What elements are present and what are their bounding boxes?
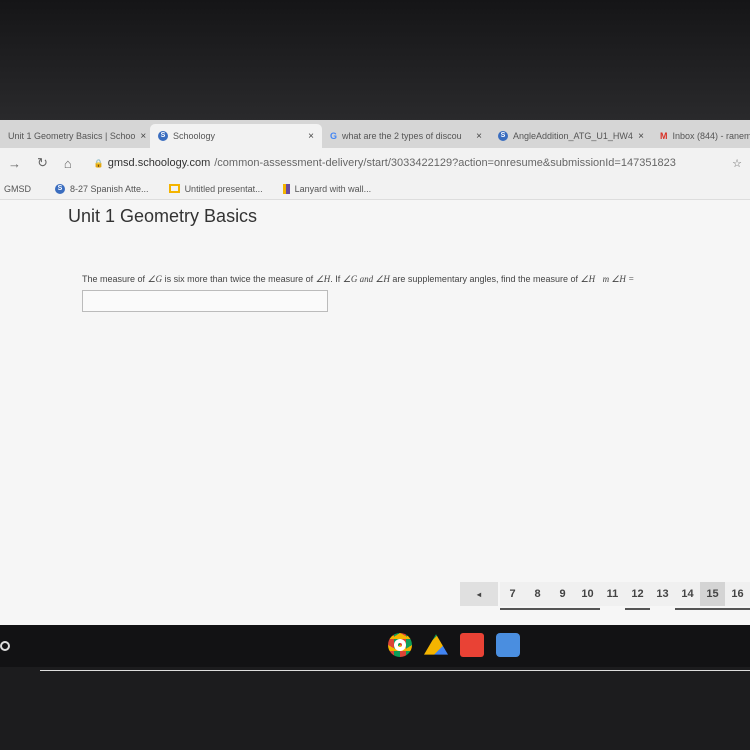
page-button-9[interactable]: 9 xyxy=(550,582,575,610)
q-prompt: m ∠H = xyxy=(602,274,635,284)
q-text: is six more than twice the measure of xyxy=(162,274,316,284)
page-button-13[interactable]: 13 xyxy=(650,582,675,606)
bookmark-lanyard[interactable]: Lanyard with wall... xyxy=(282,183,372,194)
page-button-7[interactable]: 7 xyxy=(500,582,525,610)
close-icon[interactable]: × xyxy=(140,131,146,142)
page-button-11[interactable]: 11 xyxy=(600,582,625,606)
drive-icon[interactable] xyxy=(424,634,448,655)
bookmark-gmsd[interactable]: GMSD xyxy=(4,184,31,194)
screen: Unit 1 Geometry Basics | Schoo × S Schoolo… xyxy=(0,120,750,671)
close-icon[interactable]: × xyxy=(308,131,314,142)
slides-icon xyxy=(168,184,180,193)
google-icon: G xyxy=(330,131,338,141)
tab-bar: Unit 1 Geometry Basics | Schoo × S Schoolo… xyxy=(0,120,750,148)
schoology-icon: S xyxy=(55,183,65,194)
schoology-icon: S xyxy=(158,131,168,141)
settings-icon[interactable] xyxy=(496,633,520,657)
q-angle: ∠G xyxy=(147,274,163,284)
q-angle: ∠H xyxy=(315,274,331,284)
page-button-10[interactable]: 10 xyxy=(575,582,600,610)
gmail-icon: M xyxy=(660,131,668,141)
close-icon[interactable]: × xyxy=(476,131,482,142)
tab-label: AngleAddition_ATG_U1_HW4 xyxy=(513,131,633,141)
q-text: . If xyxy=(330,274,343,284)
q-angle: ∠G and ∠H xyxy=(342,274,390,284)
launcher-icon[interactable] xyxy=(0,641,10,651)
tab-label: what are the 2 types of discou xyxy=(342,131,462,141)
question-text: The measure of ∠G is six more than twice… xyxy=(82,274,634,285)
address-bar: → ↻ ⌂ 🔒 gmsd.schoology.com/common-assessm… xyxy=(0,148,750,178)
tab-google[interactable]: Gwhat are the 2 types of discou × xyxy=(322,124,490,148)
home-icon[interactable]: ⌂ xyxy=(64,156,72,171)
page-button-12[interactable]: 12 xyxy=(625,582,650,610)
tab-label: Inbox (844) - ranem xyxy=(672,131,750,141)
tab-gmail[interactable]: M Inbox (844) - ranem xyxy=(652,124,750,148)
q-text: The measure of xyxy=(82,274,148,284)
divider xyxy=(40,670,750,671)
answer-input[interactable] xyxy=(82,290,328,312)
bookmark-label: Lanyard with wall... xyxy=(294,183,372,194)
assessment-page: Unit 1 Geometry Basics The measure of ∠G… xyxy=(0,200,750,671)
forward-icon[interactable]: → xyxy=(8,156,21,171)
bookmark-label: GMSD xyxy=(4,183,31,194)
q-text: are supplementary angles, find the measu… xyxy=(389,274,581,284)
bookmark-label: 8-27 Spanish Atte... xyxy=(70,183,149,194)
page-button-14[interactable]: 14 xyxy=(675,582,700,610)
url-field[interactable]: 🔒 gmsd.schoology.com/common-assessment-de… xyxy=(94,157,676,169)
gmail-icon[interactable] xyxy=(460,633,484,657)
lanyard-icon xyxy=(282,183,290,194)
page-button-8[interactable]: 8 xyxy=(525,582,550,610)
tab-schoology[interactable]: S Schoology × xyxy=(150,124,322,148)
page-button-16[interactable]: 16 xyxy=(725,582,750,610)
url-host: gmsd.schoology.com xyxy=(107,157,211,169)
chrome-icon[interactable] xyxy=(388,633,412,657)
bookmark-spanish[interactable]: S 8-27 Spanish Atte... xyxy=(55,183,149,194)
close-icon[interactable]: × xyxy=(638,131,644,142)
tab-label: Unit 1 Geometry Basics | Schoo xyxy=(8,131,136,141)
q-angle: ∠H xyxy=(580,274,596,284)
bookmark-presentation[interactable]: Untitled presentat... xyxy=(168,183,263,194)
page-title: Unit 1 Geometry Basics xyxy=(68,206,258,226)
star-icon[interactable]: ☆ xyxy=(732,157,742,170)
prev-page-button[interactable]: ◂ xyxy=(460,582,498,606)
tab-unit1[interactable]: Unit 1 Geometry Basics | Schoo × xyxy=(0,124,150,148)
lock-icon: 🔒 xyxy=(93,158,104,168)
url-path: /common-assessment-delivery/start/303342… xyxy=(214,157,676,169)
page-button-15[interactable]: 15 xyxy=(700,582,725,610)
tab-angleaddition[interactable]: S AngleAddition_ATG_U1_HW4 × xyxy=(490,124,652,148)
question-pager: ◂ 7 8 9 10 11 12 13 14 15 16 xyxy=(460,582,750,610)
bookmarks-bar: GMSD S 8-27 Spanish Atte... Untitled pres… xyxy=(0,178,750,200)
bookmark-label: Untitled presentat... xyxy=(184,183,263,194)
reload-icon[interactable]: ↻ xyxy=(37,155,48,171)
schoology-icon: S xyxy=(498,131,508,141)
monitor-bezel xyxy=(0,0,750,122)
tab-label: Schoology xyxy=(173,131,216,141)
taskbar xyxy=(0,625,750,667)
